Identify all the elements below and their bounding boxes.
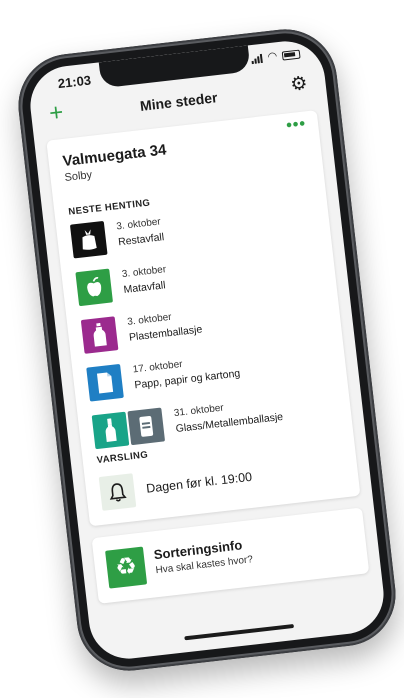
status-time: 21:03 [57, 72, 92, 92]
signal-icon [251, 53, 264, 65]
recycle-icon: ♻ [105, 546, 148, 589]
wifi-icon: ◠ [266, 50, 278, 64]
restavfall-bag-icon [69, 220, 108, 259]
photo-stage: 21:03 ◠ + Mine steder ⚙ ••• Valmuegata 3… [0, 0, 404, 698]
matavfall-apple-icon [75, 268, 113, 307]
more-options-icon[interactable]: ••• [285, 115, 307, 135]
metal-can-icon [127, 407, 166, 446]
plast-bottle-icon [80, 316, 119, 354]
alert-time-text: Dagen før kl. 19:00 [145, 469, 253, 496]
sorting-info-card[interactable]: ♻ Sorteringsinfo Hva skal kastes hvor? [91, 507, 370, 604]
pickup-date: 17. oktober [132, 358, 184, 376]
next-pickup-heading: NESTE HENTING [67, 197, 151, 218]
papir-sheet-icon [86, 363, 124, 402]
pickup-kind: Restavfall [117, 231, 165, 249]
pickup-kind: Matavfall [122, 279, 167, 297]
pickup-date: 3. oktober [126, 311, 173, 328]
pickup-date: 31. oktober [173, 402, 225, 420]
district-label: Solby [63, 168, 93, 184]
pickup-date: 3. oktober [121, 264, 167, 281]
gear-icon[interactable]: ⚙ [289, 73, 308, 97]
phone-mockup: 21:03 ◠ + Mine steder ⚙ ••• Valmuegata 3… [12, 23, 402, 677]
battery-icon [281, 49, 301, 61]
bell-icon [98, 473, 137, 511]
address-title: Valmuegata 34 [61, 141, 168, 171]
app-screen: 21:03 ◠ + Mine steder ⚙ ••• Valmuegata 3… [26, 37, 388, 663]
home-indicator[interactable] [184, 623, 295, 641]
glass-bottle-icon [91, 411, 130, 450]
status-icons: ◠ [251, 49, 301, 65]
location-card[interactable]: ••• Valmuegata 34 Solby NESTE HENTING 3.… [46, 110, 361, 527]
pickup-date: 3. oktober [115, 216, 162, 233]
pickup-kind: Plastemballasje [128, 323, 203, 344]
